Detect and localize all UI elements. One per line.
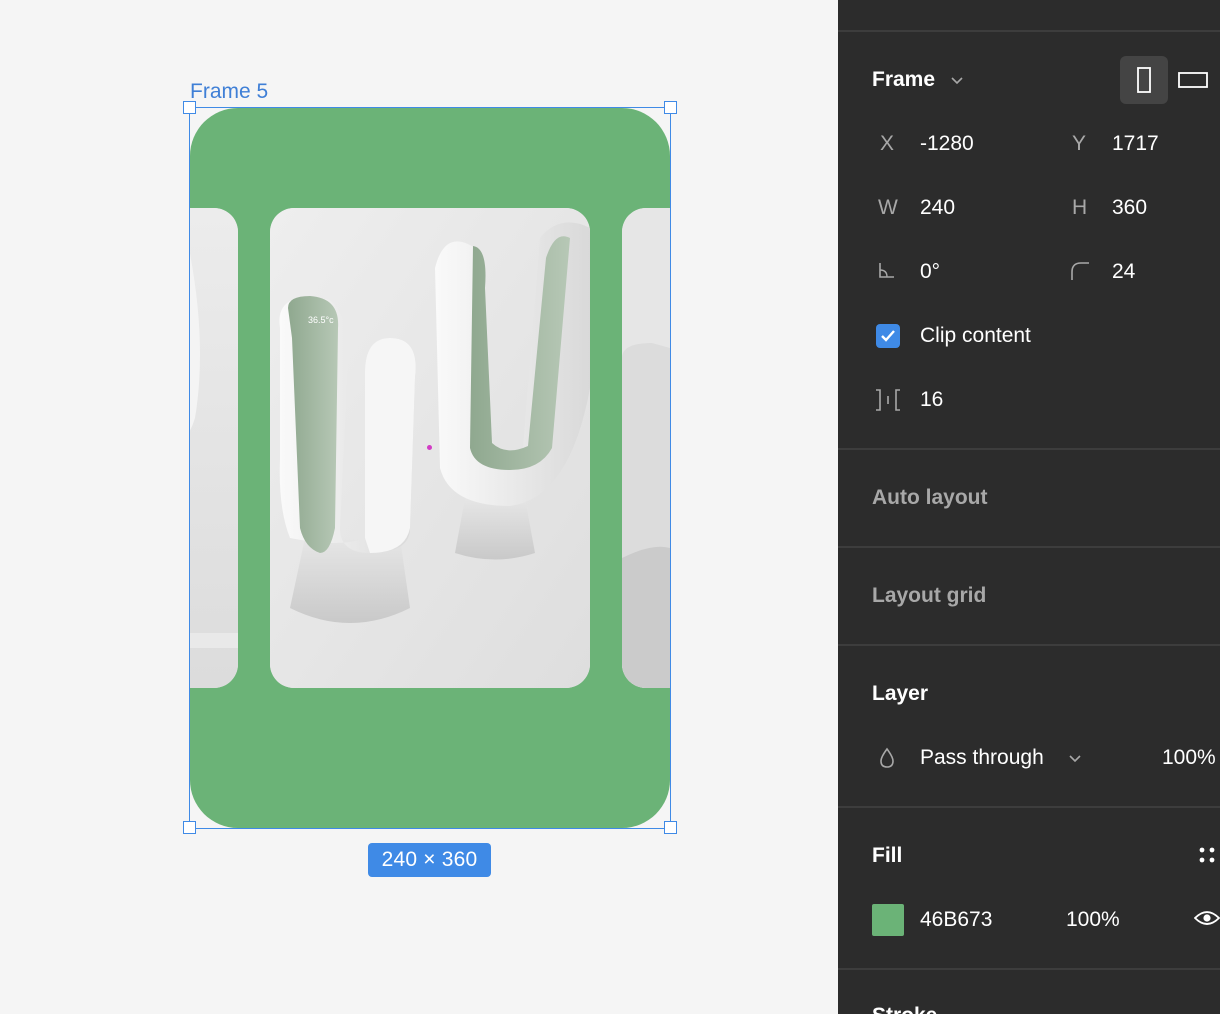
fill-section-title: Fill: [872, 844, 903, 867]
width-input[interactable]: 240: [920, 195, 955, 221]
divider: [838, 968, 1220, 970]
spacing-input[interactable]: 16: [920, 387, 943, 413]
frame-section-title[interactable]: Frame: [872, 67, 935, 93]
drop-icon: [880, 747, 894, 768]
product-photo-left: [190, 208, 238, 688]
rotation-icon: [879, 263, 894, 278]
height-input[interactable]: 360: [1112, 195, 1147, 221]
center-point-marker: [427, 445, 432, 450]
h-label: H: [1072, 196, 1088, 219]
divider: [838, 448, 1220, 450]
layer-opacity-input[interactable]: 100%: [1162, 745, 1216, 771]
eye-icon[interactable]: [1194, 908, 1220, 928]
divider: [838, 644, 1220, 646]
corner-radius-icon: [1071, 262, 1089, 280]
spacing-icon: [876, 389, 900, 411]
x-input[interactable]: -1280: [920, 131, 974, 157]
frame-name-label[interactable]: Frame 5: [190, 79, 268, 105]
y-label: Y: [1072, 132, 1087, 155]
figma-editor: Frame 5 36.5°c 240 × 360 Frame X -1280 Y…: [0, 0, 1220, 1014]
checkmark-icon: [881, 330, 895, 342]
corner-radius-input[interactable]: 24: [1112, 259, 1135, 285]
properties-panel: Frame X -1280 Y 1717 W 240 H 360 0° 24 C…: [838, 0, 1220, 1014]
resize-handle-top-left[interactable]: [183, 101, 196, 114]
x-label: X: [880, 132, 895, 155]
carousel-card-right[interactable]: [622, 208, 670, 688]
canvas[interactable]: Frame 5 36.5°c 240 × 360: [0, 0, 838, 1014]
blend-mode-select[interactable]: Pass through: [920, 745, 1044, 771]
divider: [838, 806, 1220, 808]
layout-grid-section-title[interactable]: Layout grid: [872, 583, 986, 609]
chevron-down-icon[interactable]: [950, 73, 964, 87]
fill-opacity-input[interactable]: 100%: [1066, 907, 1120, 933]
product-display-text: 36.5°c: [308, 315, 334, 325]
landscape-icon[interactable]: [1178, 71, 1208, 89]
divider: [838, 546, 1220, 548]
resize-handle-bottom-left[interactable]: [183, 821, 196, 834]
frame-5[interactable]: 36.5°c: [190, 108, 670, 828]
carousel-card-left[interactable]: [190, 208, 238, 688]
resize-handle-top-right[interactable]: [664, 101, 677, 114]
portrait-icon: [1137, 67, 1151, 93]
portrait-toggle-button[interactable]: [1120, 56, 1168, 104]
y-input[interactable]: 1717: [1112, 131, 1159, 157]
clip-content-label[interactable]: Clip content: [920, 323, 1031, 349]
style-grid-icon[interactable]: [1198, 846, 1218, 866]
w-label: W: [878, 196, 898, 219]
fill-color-swatch[interactable]: [872, 904, 904, 936]
resize-handle-bottom-right[interactable]: [664, 821, 677, 834]
divider: [838, 30, 1220, 32]
fill-hex-input[interactable]: 46B673: [920, 907, 992, 933]
auto-layout-section-title[interactable]: Auto layout: [872, 485, 988, 511]
product-photo-right: [622, 208, 670, 688]
rotation-input[interactable]: 0°: [920, 259, 940, 285]
clip-content-checkbox[interactable]: [876, 324, 900, 348]
layer-section-title: Layer: [872, 682, 929, 705]
size-badge: 240 × 360: [368, 843, 491, 877]
stroke-section-title: Stroke: [872, 1003, 937, 1014]
chevron-down-icon[interactable]: [1068, 751, 1082, 765]
